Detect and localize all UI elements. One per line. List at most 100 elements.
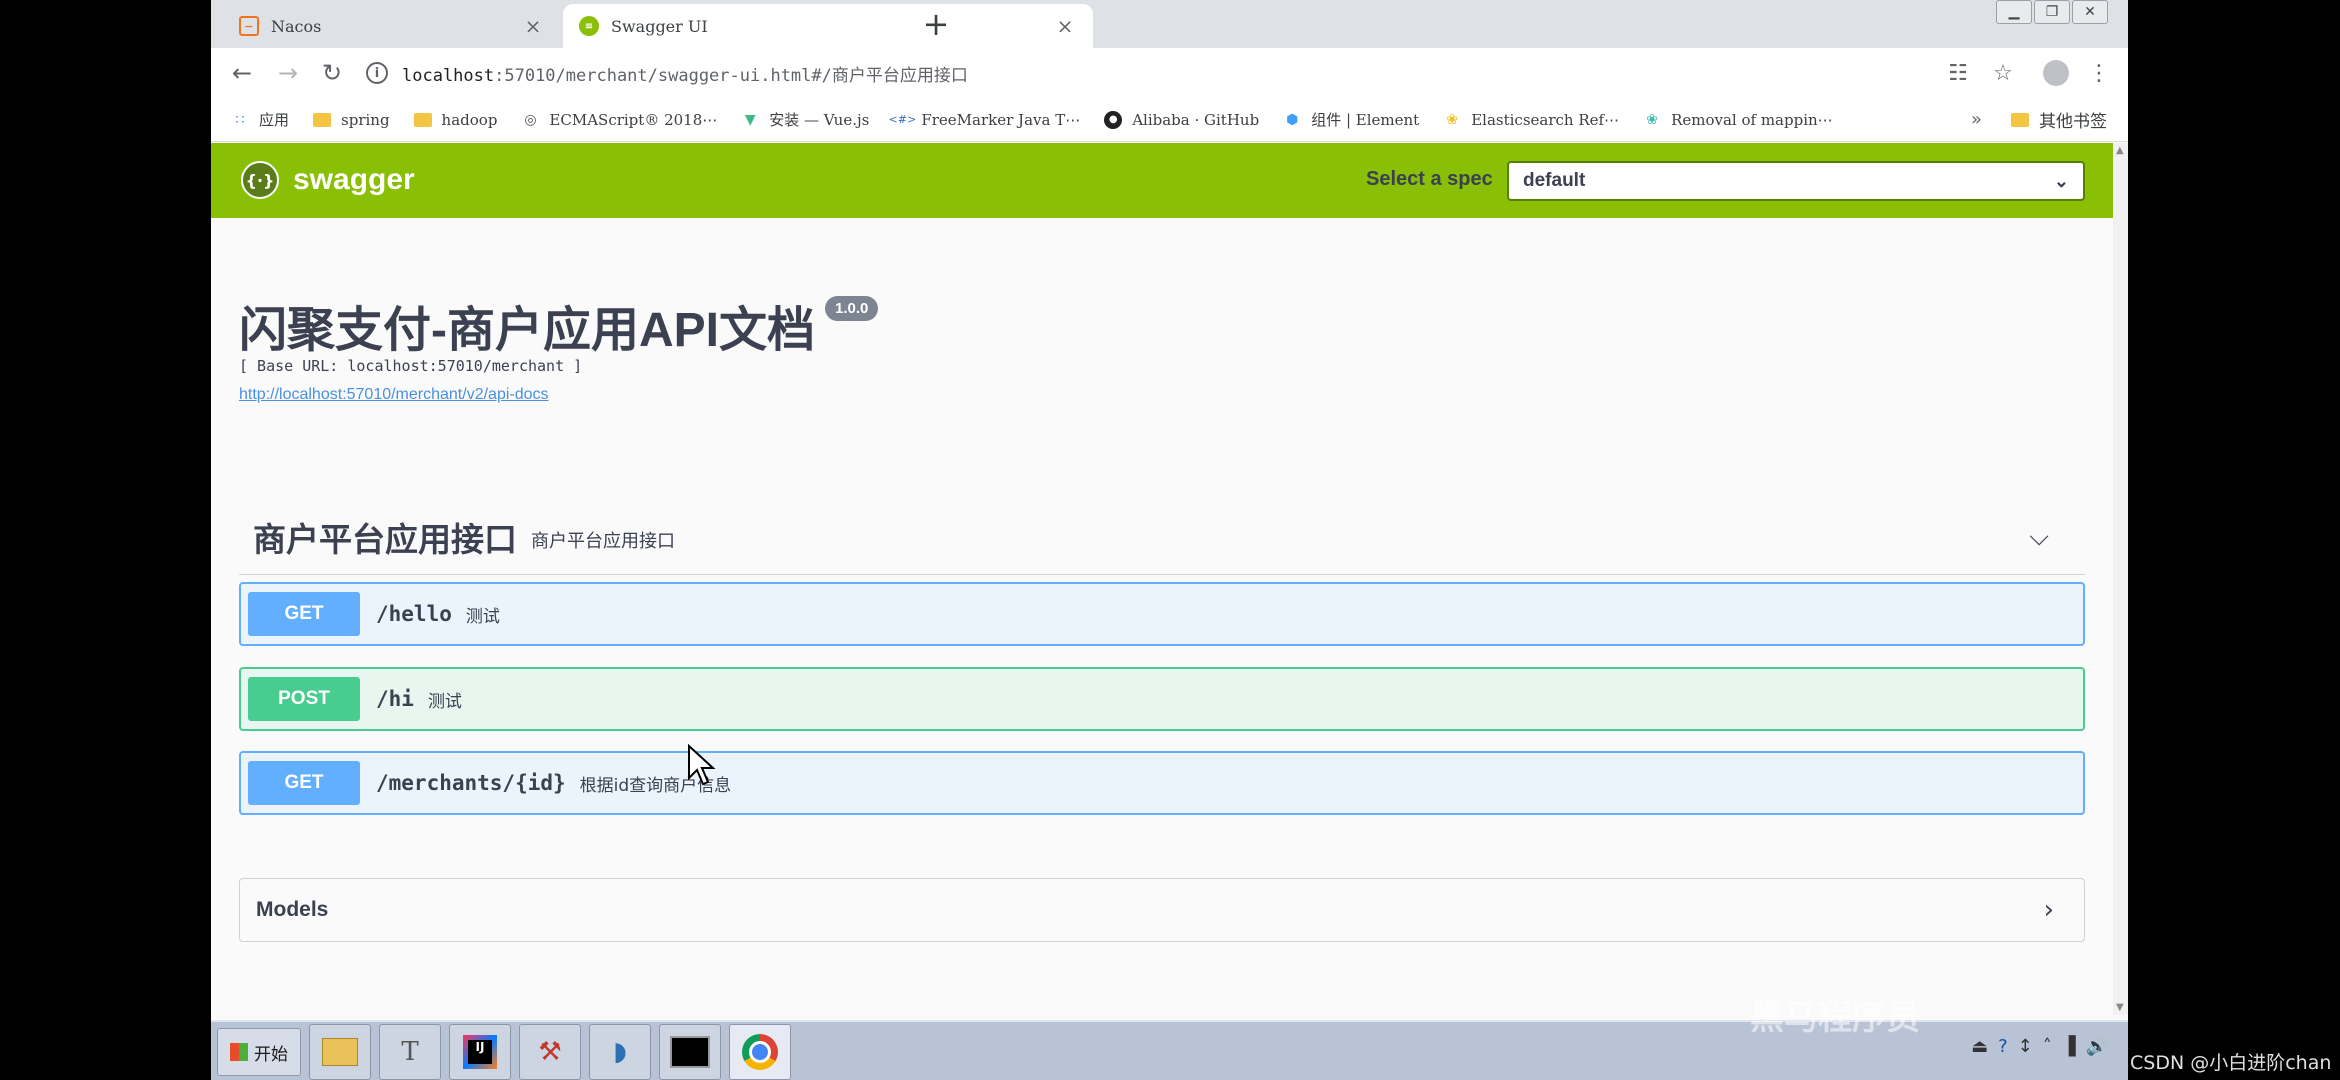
bookmark-label: FreeMarker Java T⋯ <box>921 110 1081 129</box>
operation-get-hello[interactable]: GET /hello 测试 <box>239 582 2085 646</box>
url-host: localhost <box>402 65 495 86</box>
system-tray: ⏏ ? ↕ ˄ ▐ 🔊 <box>1971 1036 2108 1057</box>
bookmarks-bar: ∷ 应用 spring hadoop ◎ ECMAScript® 2018⋯ ▼ 安装… <box>211 98 2128 142</box>
start-button[interactable]: 开始 <box>217 1028 301 1076</box>
app-dolphin-icon[interactable]: ◗ <box>589 1024 651 1080</box>
bookmark-spring[interactable]: spring <box>313 111 390 129</box>
close-icon[interactable]: × <box>521 14 545 38</box>
bookmark-star-icon[interactable]: ☆ <box>1988 58 2018 88</box>
video-watermark: 黑马程序员 <box>1750 998 1920 1038</box>
bookmark-other[interactable]: 其他书签 <box>2011 107 2107 132</box>
operation-summary: 测试 <box>427 691 462 712</box>
window-controls: ▁ ❐ ✕ <box>1996 0 2108 24</box>
bookmark-label: hadoop <box>441 110 498 129</box>
volume-icon[interactable]: 🔊 <box>2086 1036 2108 1057</box>
bookmark-elasticsearch[interactable]: ❀ Elasticsearch Ref⋯ <box>1443 111 1619 129</box>
profile-avatar-icon[interactable] <box>2041 58 2071 88</box>
bookmark-label: 其他书签 <box>2039 112 2107 132</box>
chevron-down-icon[interactable]: ⌵ <box>2029 522 2049 553</box>
translate-icon[interactable]: ☷ <box>1943 58 1973 88</box>
back-icon[interactable]: ← <box>225 56 259 90</box>
reload-icon[interactable]: ↻ <box>315 56 349 90</box>
version-badge: 1.0.0 <box>825 296 879 321</box>
bookmark-element[interactable]: ⬢ 组件 | Element <box>1283 109 1419 130</box>
bookmark-label: ECMAScript® 2018⋯ <box>549 110 718 129</box>
minimize-icon[interactable]: ▁ <box>1996 0 2032 24</box>
bookmark-label: Removal of mappin⋯ <box>1671 110 1833 129</box>
logo-text: swagger <box>293 163 415 196</box>
tab-swagger-ui[interactable]: ≡ Swagger UI × <box>563 4 1093 48</box>
freemarker-icon: <#> <box>888 113 917 126</box>
models-section[interactable]: Models › <box>239 878 2085 942</box>
url-path: :57010/merchant/swagger-ui.html#/商户平台应用接… <box>494 65 968 86</box>
chevron-down-icon: ⌄ <box>2053 170 2069 191</box>
spec-select-value: default <box>1523 170 1586 191</box>
element-logo-icon: ⬢ <box>1286 111 1299 128</box>
chevron-double-right-icon[interactable]: » <box>1971 109 1982 130</box>
terminal-icon[interactable] <box>659 1024 721 1080</box>
vue-logo-icon: ▼ <box>744 111 756 128</box>
chevron-right-icon[interactable]: › <box>2044 895 2054 925</box>
page-scrollbar[interactable]: ▲ ▼ <box>2113 143 2128 1015</box>
site-info-icon[interactable]: i <box>366 62 388 84</box>
bookmark-ecmascript[interactable]: ◎ ECMAScript® 2018⋯ <box>521 111 717 129</box>
method-badge: GET <box>248 761 360 805</box>
network-icon[interactable]: ▐ <box>2062 1036 2076 1057</box>
api-title-block: 闪聚支付-商户应用API文档 1.0.0 <box>239 290 879 360</box>
tag-section-header[interactable]: 商户平台应用接口 商户平台应用接口 ⌵ <box>239 500 2085 575</box>
tray-expand-icon[interactable]: ˄ <box>2043 1036 2052 1057</box>
folder-icon <box>2011 112 2029 127</box>
spec-label: Select a spec <box>1366 168 1493 190</box>
bookmark-hadoop[interactable]: hadoop <box>413 110 498 129</box>
close-window-icon[interactable]: ✕ <box>2072 0 2108 24</box>
scroll-down-icon[interactable]: ▼ <box>2116 1002 2124 1013</box>
browser-toolbar: ← → ↻ i localhost:57010/merchant/swagger… <box>211 48 2128 98</box>
bookmark-github[interactable]: ● Alibaba · GitHub <box>1104 110 1259 129</box>
base-url: [ Base URL: localhost:57010/merchant ] <box>239 357 583 375</box>
operation-path: /hello <box>376 602 452 626</box>
github-icon: ● <box>1104 110 1123 129</box>
swagger-logo[interactable]: {·} swagger <box>241 161 415 199</box>
bookmark-freemarker[interactable]: <#> FreeMarker Java T⋯ <box>888 110 1081 129</box>
spec-select[interactable]: default ⌄ <box>1507 161 2085 201</box>
tab-title: Swagger UI <box>611 16 708 36</box>
operation-get-merchant-by-id[interactable]: GET /merchants/{id} 根据id查询商户信息 <box>239 751 2085 815</box>
bookmark-label: spring <box>341 110 390 129</box>
operation-summary: 测试 <box>465 606 500 627</box>
operation-post-hi[interactable]: POST /hi 测试 <box>239 667 2085 731</box>
app-tool-icon[interactable]: ⚒ <box>519 1024 581 1080</box>
restore-icon[interactable]: ❐ <box>2034 0 2070 24</box>
bookmark-label: 应用 <box>259 111 290 129</box>
address-bar[interactable]: i localhost:57010/merchant/swagger-ui.ht… <box>366 56 2066 90</box>
tab-nacos[interactable]: − Nacos × <box>223 4 561 48</box>
bookmark-label: 安装 — Vue.js <box>769 111 870 129</box>
chrome-icon[interactable] <box>729 1024 791 1080</box>
typora-icon[interactable]: T <box>379 1024 441 1080</box>
tray-icon[interactable]: ⏏ <box>1971 1036 1988 1057</box>
tray-icon[interactable]: ↕ <box>2018 1036 2033 1057</box>
elastic-logo-icon: ❀ <box>1646 111 1658 128</box>
operation-path: /hi <box>376 687 414 711</box>
swagger-topbar: {·} swagger Select a spec default ⌄ <box>211 143 2113 218</box>
swagger-favicon-icon: ≡ <box>579 16 599 36</box>
nacos-icon: − <box>239 16 259 36</box>
intellij-idea-icon[interactable]: IJ <box>449 1024 511 1080</box>
globe-icon: ◎ <box>524 111 537 128</box>
method-badge: GET <box>248 592 360 636</box>
menu-kebab-icon[interactable]: ⋮ <box>2084 58 2114 88</box>
bookmark-label: Elasticsearch Ref⋯ <box>1471 110 1620 129</box>
apps-grid-icon: ∷ <box>235 111 245 128</box>
screen-recording: − Nacos × ≡ Swagger UI × + ▁ ❐ ✕ ← → ↻ i… <box>211 0 2128 1080</box>
page-title: 闪聚支付-商户应用API文档 <box>239 304 816 357</box>
close-icon[interactable]: × <box>1053 14 1077 38</box>
bookmark-vue[interactable]: ▼ 安装 — Vue.js <box>741 109 869 130</box>
scroll-up-icon[interactable]: ▲ <box>2116 145 2124 156</box>
bookmark-apps[interactable]: ∷ 应用 <box>231 109 289 130</box>
help-icon[interactable]: ? <box>1998 1036 2008 1057</box>
file-explorer-icon[interactable] <box>309 1024 371 1080</box>
swagger-logo-icon: {·} <box>241 161 279 199</box>
api-docs-link[interactable]: http://localhost:57010/merchant/v2/api-d… <box>239 386 549 404</box>
new-tab-icon[interactable]: + <box>918 8 954 40</box>
forward-icon[interactable]: → <box>271 56 305 90</box>
bookmark-removal-mapping[interactable]: ❀ Removal of mappin⋯ <box>1643 110 1833 129</box>
